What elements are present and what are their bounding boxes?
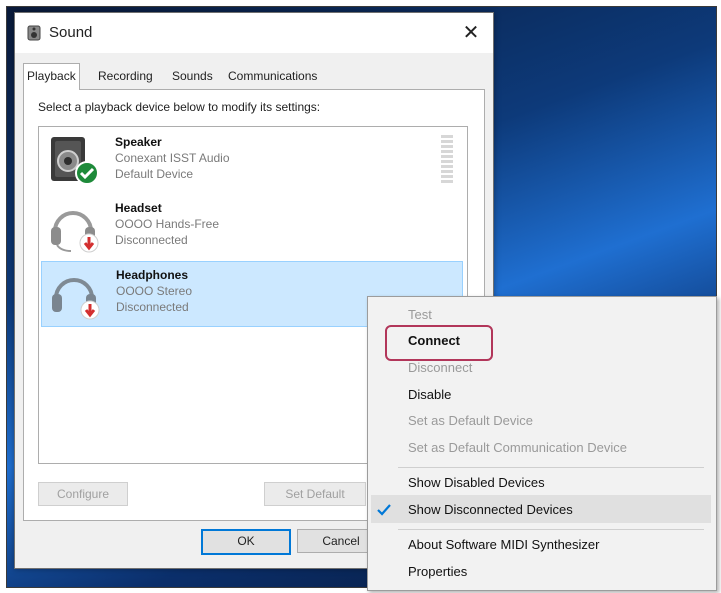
- menu-item-test[interactable]: Test: [408, 307, 432, 322]
- disconnected-arrow-badge: [79, 233, 99, 253]
- device-row-headset[interactable]: Headset OOOO Hands-Free Disconnected: [41, 195, 461, 259]
- device-context-menu: Test Connect Disconnect Disable Set as D…: [367, 296, 717, 591]
- tab-playback[interactable]: Playback: [23, 63, 80, 90]
- set-default-button[interactable]: Set Default: [264, 482, 366, 506]
- menu-item-set-default-communication-device[interactable]: Set as Default Communication Device: [408, 440, 627, 455]
- menu-separator: [398, 529, 704, 530]
- tab-sounds[interactable]: Sounds: [169, 65, 216, 87]
- menu-item-show-disconnected-devices[interactable]: Show Disconnected Devices: [408, 502, 573, 517]
- device-driver: OOOO Hands-Free: [115, 217, 220, 231]
- volume-level-meter: [441, 135, 453, 183]
- ok-button[interactable]: OK: [201, 529, 291, 555]
- menu-item-properties[interactable]: Properties: [408, 564, 467, 579]
- title-bar: Sound ✕: [15, 13, 493, 53]
- device-name: Headphones: [116, 268, 189, 282]
- tab-communications[interactable]: Communications: [225, 65, 320, 87]
- checkmark-icon: [377, 504, 391, 516]
- default-check-badge: [75, 161, 99, 185]
- device-status: Default Device: [115, 167, 194, 181]
- menu-item-disable[interactable]: Disable: [408, 387, 451, 402]
- device-name: Headset: [115, 201, 162, 215]
- speaker-title-icon: [27, 25, 41, 41]
- headset-icon: [51, 211, 99, 253]
- headphones-icon: [52, 278, 100, 320]
- instruction-text: Select a playback device below to modify…: [38, 100, 321, 114]
- menu-item-disconnect[interactable]: Disconnect: [408, 360, 472, 375]
- device-driver: Conexant ISST Audio: [115, 151, 230, 165]
- menu-separator: [398, 467, 704, 468]
- dialog-title: Sound: [49, 24, 93, 41]
- device-row-speaker[interactable]: Speaker Conexant ISST Audio Default Devi…: [41, 129, 461, 193]
- device-status: Disconnected: [115, 233, 188, 247]
- disconnected-arrow-badge: [80, 300, 100, 320]
- speaker-icon: [51, 137, 99, 185]
- tab-recording[interactable]: Recording: [95, 65, 156, 87]
- device-driver: OOOO Stereo: [116, 284, 193, 298]
- device-name: Speaker: [115, 135, 162, 149]
- device-status: Disconnected: [116, 300, 189, 314]
- close-button[interactable]: ✕: [449, 13, 493, 53]
- menu-item-show-disabled-devices[interactable]: Show Disabled Devices: [408, 475, 545, 490]
- menu-item-connect[interactable]: Connect: [408, 333, 460, 348]
- menu-item-set-default-device[interactable]: Set as Default Device: [408, 413, 533, 428]
- configure-button[interactable]: Configure: [38, 482, 128, 506]
- menu-item-about-midi-synth[interactable]: About Software MIDI Synthesizer: [408, 537, 599, 552]
